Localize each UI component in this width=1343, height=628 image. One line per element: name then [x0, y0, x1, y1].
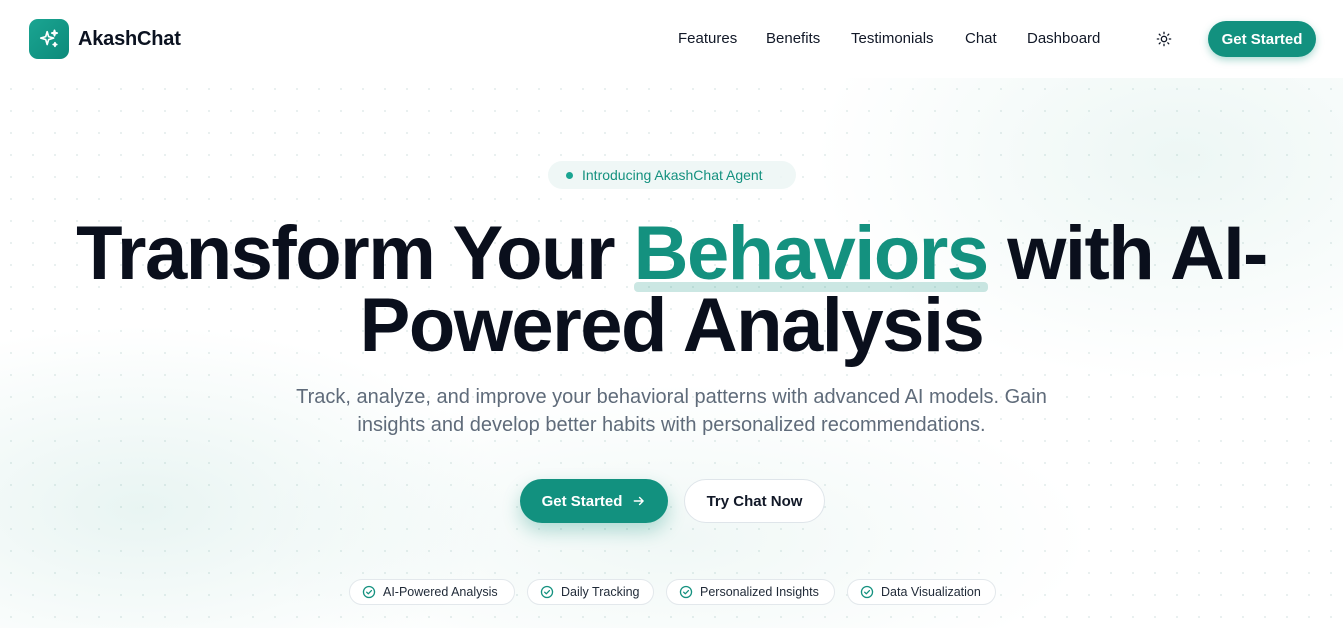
check-circle-icon: [362, 585, 376, 599]
try-chat-button[interactable]: Try Chat Now: [684, 479, 825, 523]
badge-text: Introducing AkashChat Agent: [582, 167, 763, 183]
hero-section: Introducing AkashChat Agent Transform Yo…: [0, 78, 1343, 628]
announcement-badge: Introducing AkashChat Agent: [548, 161, 796, 189]
arrow-right-icon: [634, 496, 645, 506]
brand-name: AkashChat: [78, 27, 181, 50]
headline-text-after: with AI-: [987, 211, 1268, 296]
subtitle-line-1: Track, analyze, and improve your behavio…: [296, 386, 1047, 408]
nav-link-benefits[interactable]: Benefits: [766, 30, 820, 47]
sun-icon: [1156, 31, 1172, 47]
check-circle-icon: [860, 585, 874, 599]
feature-chip-label: Data Visualization: [881, 585, 981, 599]
hero-subtitle: Track, analyze, and improve your behavio…: [0, 383, 1343, 439]
nav-link-testimonials[interactable]: Testimonials: [851, 30, 934, 47]
check-circle-icon: [679, 585, 693, 599]
badge-dot: [566, 171, 573, 179]
nav-link-features[interactable]: Features: [678, 30, 737, 47]
top-navbar: AkashChat Features Benefits Testimonials…: [0, 0, 1343, 78]
feature-chip-daily-tracking: Daily Tracking: [527, 579, 654, 605]
headline-highlight: Behaviors: [633, 211, 989, 296]
hero-headline: Transform Your Behaviors with AI- Powere…: [0, 211, 1343, 364]
feature-chip-data-visualization: Data Visualization: [847, 579, 996, 605]
feature-chip-ai-analysis: AI-Powered Analysis: [349, 579, 515, 605]
subtitle-line-2: insights and develop better habits with …: [357, 414, 986, 436]
hero-get-started-button[interactable]: Get Started: [520, 479, 668, 523]
feature-chip-label: Personalized Insights: [700, 585, 819, 599]
nav-link-chat[interactable]: Chat: [965, 30, 997, 47]
nav-link-dashboard[interactable]: Dashboard: [1027, 30, 1100, 47]
theme-toggle-button[interactable]: [1153, 28, 1175, 50]
feature-chip-personalized-insights: Personalized Insights: [666, 579, 835, 605]
brand-logo-link[interactable]: AkashChat: [29, 19, 181, 59]
feature-chip-label: Daily Tracking: [561, 585, 640, 599]
check-circle-icon: [540, 585, 554, 599]
hero-get-started-label: Get Started: [541, 492, 623, 510]
feature-chip-label: AI-Powered Analysis: [383, 585, 498, 599]
nav-get-started-button[interactable]: Get Started: [1208, 21, 1316, 57]
sparkles-icon: [29, 19, 69, 59]
